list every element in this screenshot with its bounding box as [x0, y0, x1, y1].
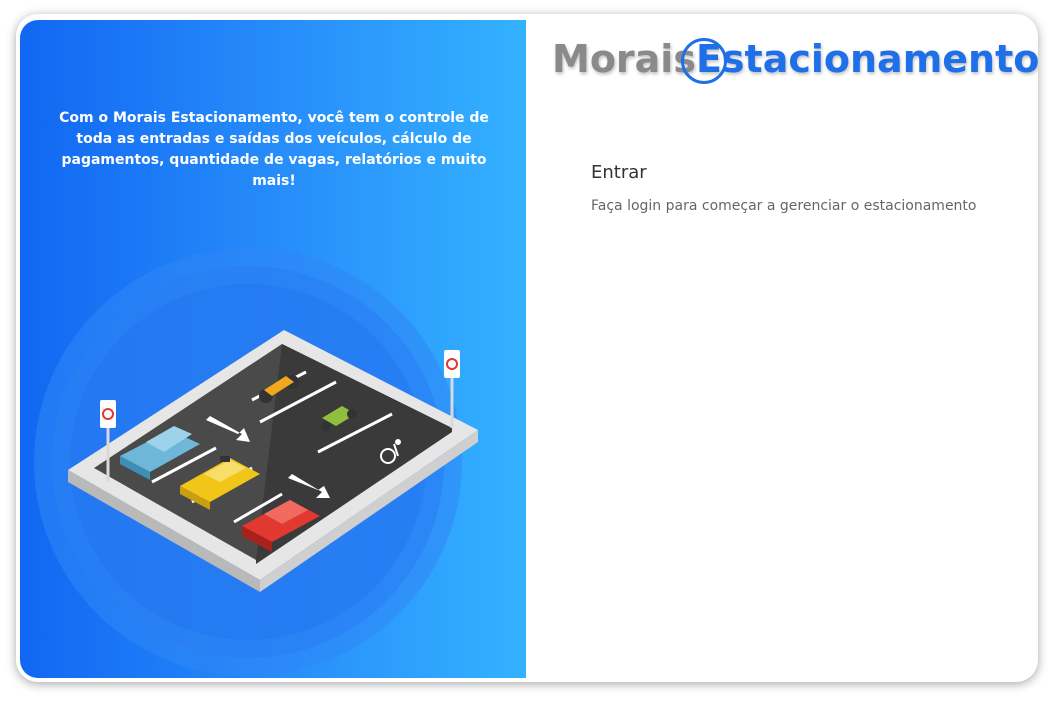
login-subtitle: Faça login para começar a gerenciar o es… [591, 198, 977, 214]
promo-tagline: Com o Morais Estacionamento, você tem o … [59, 110, 489, 189]
logo-ring-icon [681, 38, 727, 84]
login-panel: MoraisEstacionamento Entrar Faça login p… [526, 14, 1038, 682]
brand-logo: MoraisEstacionamento [552, 32, 1038, 86]
parking-lot-illustration [34, 248, 478, 676]
login-card: Com o Morais Estacionamento, você tem o … [16, 14, 1038, 682]
login-title: Entrar [591, 162, 647, 183]
promo-panel: Com o Morais Estacionamento, você tem o … [20, 20, 526, 678]
logo-text-estacionamento: Estacionamento [695, 37, 1038, 81]
logo-text-morais: Morais [552, 37, 696, 81]
